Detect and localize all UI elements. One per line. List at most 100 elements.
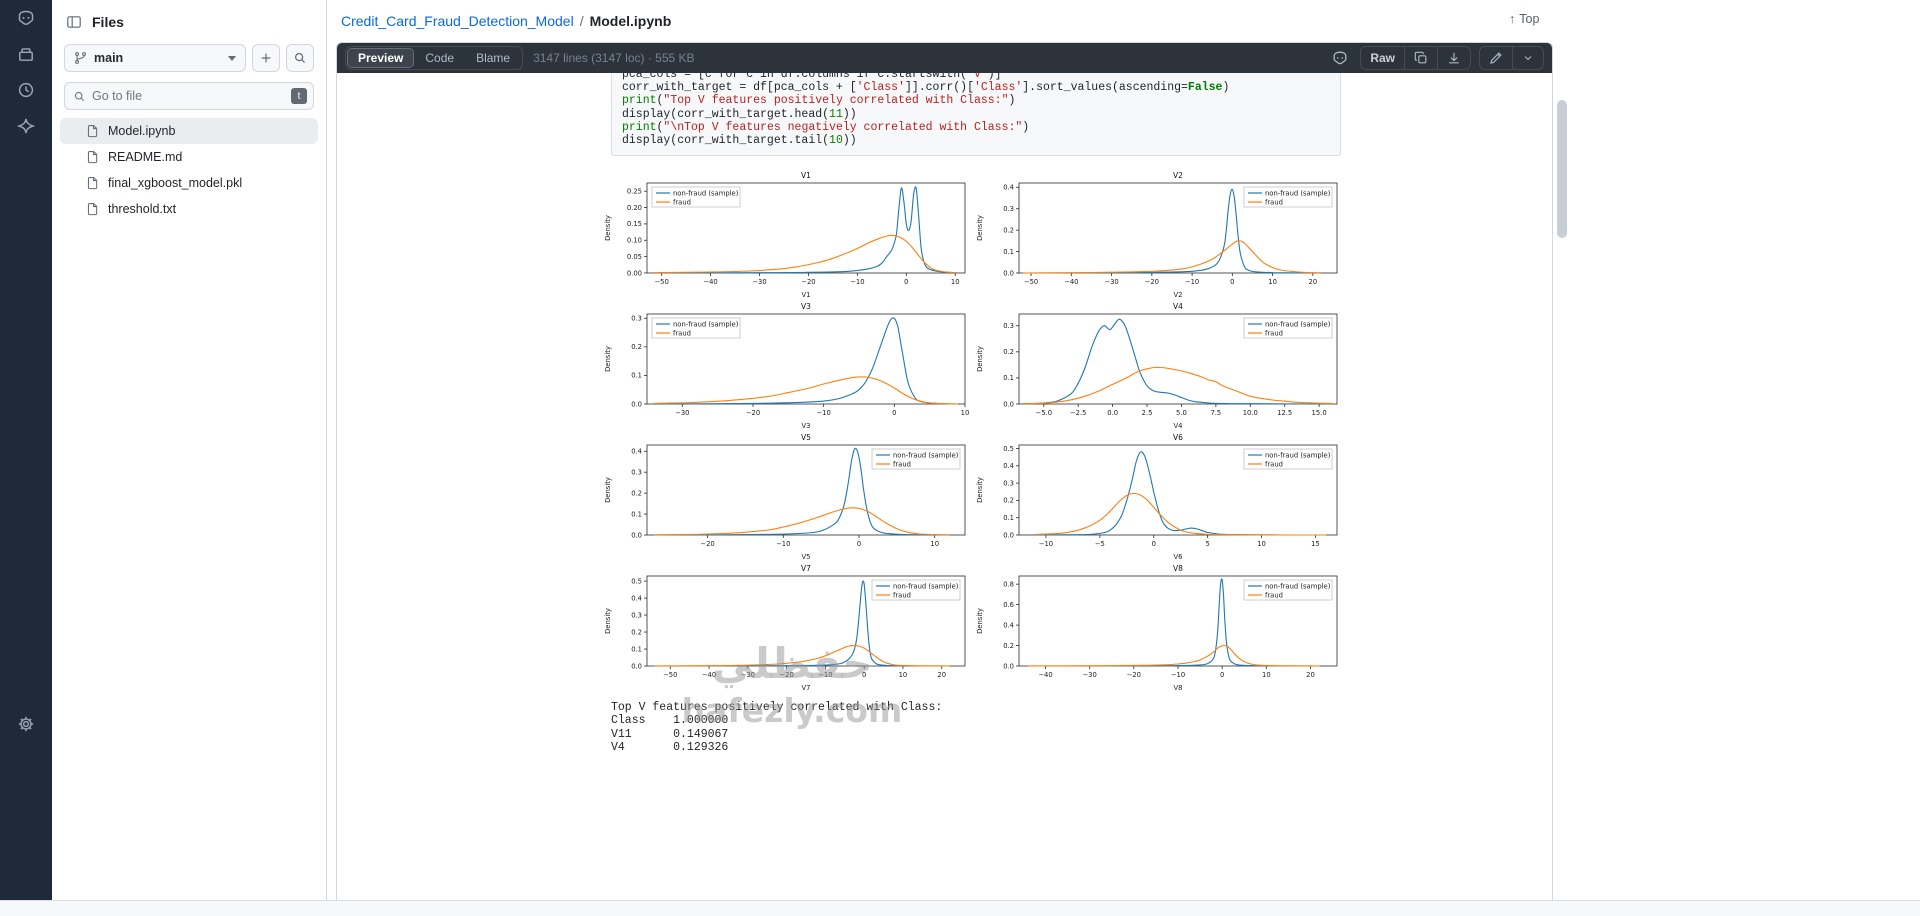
svg-text:0.1: 0.1 [631, 646, 642, 654]
breadcrumb-separator: / [579, 13, 584, 29]
download-raw-button[interactable] [1438, 47, 1470, 69]
edit-file-button[interactable] [1480, 47, 1513, 69]
svg-text:0.3: 0.3 [1003, 480, 1014, 488]
svg-text:−30: −30 [1104, 278, 1118, 286]
view-mode-tabs: Preview Code Blame [345, 46, 524, 70]
svg-text:−50: −50 [654, 278, 668, 286]
edit-dropdown-button[interactable] [1513, 47, 1543, 69]
svg-text:0.00: 0.00 [627, 270, 642, 278]
svg-text:V7: V7 [802, 684, 811, 692]
scroll-to-top-link[interactable]: ↑ Top [1509, 12, 1539, 26]
svg-text:12.5: 12.5 [1277, 409, 1292, 417]
copilot-toolbar-icon[interactable] [1328, 50, 1352, 66]
svg-text:−30: −30 [752, 278, 766, 286]
svg-text:fraud: fraud [1265, 461, 1283, 469]
svg-text:0: 0 [1152, 540, 1156, 548]
svg-text:Density: Density [976, 215, 984, 241]
breadcrumb-repo-link[interactable]: Credit_Card_Fraud_Detection_Model [341, 13, 574, 29]
svg-text:non-fraud (sample): non-fraud (sample) [1265, 190, 1331, 198]
search-files-button[interactable] [286, 44, 314, 72]
shortcut-key-hint: t [291, 88, 307, 104]
svg-text:−40: −40 [1038, 671, 1052, 679]
breadcrumb-file-name: Model.ipynb [589, 13, 672, 29]
vertical-scrollbar-thumb[interactable] [1557, 100, 1567, 238]
svg-text:−10: −10 [776, 540, 790, 548]
svg-text:Density: Density [976, 608, 984, 634]
sparkle-icon[interactable] [0, 108, 52, 144]
tab-blame[interactable]: Blame [465, 48, 521, 68]
go-to-file-input[interactable] [92, 89, 285, 103]
svg-text:−30: −30 [675, 409, 689, 417]
svg-text:0.5: 0.5 [1003, 445, 1014, 453]
file-tree-item[interactable]: final_xgboost_model.pkl [60, 170, 318, 196]
svg-text:Density: Density [976, 477, 984, 503]
add-file-button[interactable] [252, 44, 280, 72]
density-plot-V7: V7 Density V7 −50 −40 −30 −20 −10 0 10 20 0.0 0.1 0.2… [601, 562, 973, 693]
svg-text:non-fraud (sample): non-fraud (sample) [1265, 321, 1331, 329]
main-content: Credit_Card_Fraud_Detection_Model / Mode… [327, 0, 1920, 900]
branch-name: main [94, 51, 124, 65]
svg-text:V6: V6 [1173, 433, 1183, 442]
svg-text:0: 0 [892, 409, 896, 417]
svg-text:0.0: 0.0 [631, 401, 642, 409]
svg-text:Density: Density [604, 477, 612, 503]
svg-text:10: 10 [951, 278, 960, 286]
svg-text:0.2: 0.2 [631, 629, 642, 637]
svg-text:V1: V1 [801, 171, 811, 180]
file-tree-item[interactable]: Model.ipynb [60, 118, 318, 144]
svg-text:20: 20 [937, 671, 946, 679]
cell-text-output: Top V features positively correlated wit… [611, 701, 943, 754]
svg-text:10: 10 [1262, 671, 1271, 679]
svg-text:0: 0 [1230, 278, 1234, 286]
svg-text:0.10: 0.10 [627, 237, 642, 245]
svg-text:Density: Density [604, 346, 612, 372]
svg-text:V8: V8 [1174, 684, 1183, 692]
svg-text:fraud: fraud [1265, 199, 1283, 207]
files-panel-title: Files [92, 14, 124, 30]
copilot-icon[interactable] [0, 0, 52, 36]
horizontal-scrollbar-track[interactable] [0, 900, 1920, 916]
svg-text:−20: −20 [1145, 278, 1159, 286]
search-icon [74, 91, 85, 101]
tab-preview[interactable]: Preview [347, 48, 415, 68]
collapse-sidebar-icon[interactable] [66, 14, 82, 30]
svg-text:−10: −10 [1171, 671, 1185, 679]
svg-text:Density: Density [604, 608, 612, 634]
svg-text:10: 10 [1268, 278, 1277, 286]
svg-text:2.5: 2.5 [1142, 409, 1153, 417]
svg-text:15.0: 15.0 [1312, 409, 1327, 417]
files-sidebar: Files main t Model.ipynbR [52, 0, 327, 900]
svg-text:0.0: 0.0 [1107, 409, 1118, 417]
go-to-file-box[interactable]: t [64, 82, 314, 110]
density-plot-V3: V3 Density V3 −30 −20 −10 0 10 0.0 0.1 0.2 0.3 non-f… [601, 300, 973, 431]
svg-text:0.1: 0.1 [1003, 248, 1014, 256]
svg-text:0.1: 0.1 [1003, 514, 1014, 522]
breadcrumb: Credit_Card_Fraud_Detection_Model / Mode… [327, 0, 1920, 42]
svg-text:0.3: 0.3 [631, 315, 642, 323]
svg-text:−10: −10 [1039, 540, 1053, 548]
svg-text:−10: −10 [1185, 278, 1199, 286]
svg-text:fraud: fraud [1265, 592, 1283, 600]
stack-icon[interactable] [0, 36, 52, 72]
svg-text:fraud: fraud [1265, 330, 1283, 338]
svg-text:0: 0 [904, 278, 908, 286]
svg-text:0.0: 0.0 [1003, 270, 1014, 278]
raw-button[interactable]: Raw [1361, 47, 1405, 69]
file-tree-item[interactable]: README.md [60, 144, 318, 170]
svg-text:V1: V1 [802, 291, 811, 299]
history-icon[interactable] [0, 72, 52, 108]
svg-text:0.2: 0.2 [631, 490, 642, 498]
svg-text:non-fraud (sample): non-fraud (sample) [893, 583, 959, 591]
svg-text:0.3: 0.3 [631, 612, 642, 620]
svg-text:V8: V8 [1173, 564, 1183, 573]
branch-selector[interactable]: main [64, 44, 246, 72]
density-plot-V1: V1 Density V1 −50 −40 −30 −20 −10 0 10 0.00 0.05 0.1… [601, 169, 973, 300]
file-tree-item[interactable]: threshold.txt [60, 196, 318, 222]
tab-code[interactable]: Code [414, 48, 465, 68]
svg-text:−5.0: −5.0 [1036, 409, 1053, 417]
svg-text:0.3: 0.3 [1003, 205, 1014, 213]
copy-raw-button[interactable] [1405, 47, 1438, 69]
svg-text:V4: V4 [1173, 302, 1183, 311]
gear-icon[interactable] [0, 706, 52, 742]
svg-text:non-fraud (sample): non-fraud (sample) [673, 321, 739, 329]
